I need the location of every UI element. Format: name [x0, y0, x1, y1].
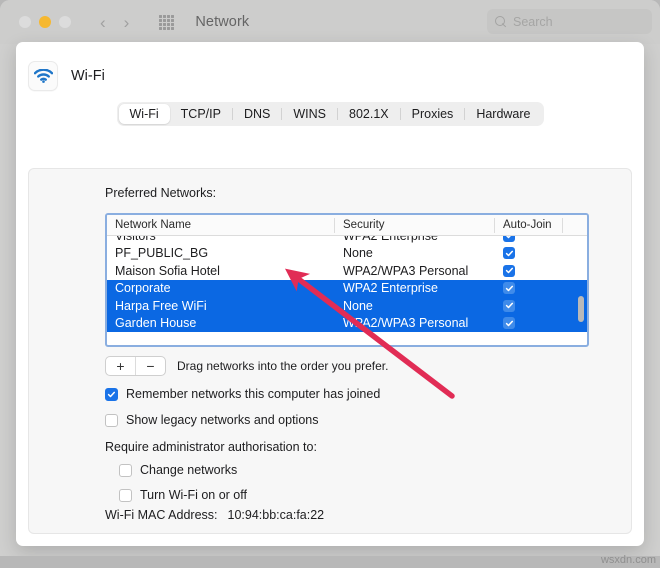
chevron-right-icon[interactable]: › — [124, 14, 130, 31]
table-row[interactable]: Visitors WPA2 Enterprise — [107, 236, 587, 245]
table-scrollbar-thumb[interactable] — [578, 296, 584, 322]
sheet-header: Wi-Fi — [16, 42, 644, 94]
cell-security: WPA2 Enterprise — [335, 236, 495, 243]
navigation-arrows: ‹ › — [100, 14, 129, 31]
change-networks-checkbox[interactable] — [119, 463, 132, 477]
cell-auto-join[interactable] — [495, 299, 563, 312]
close-button[interactable] — [19, 16, 31, 28]
wifi-settings-sheet: Wi-Fi Wi-Fi TCP/IP DNS WINS 802.1X Proxi… — [16, 42, 644, 546]
auto-join-checkbox[interactable] — [503, 236, 515, 242]
tabbar-wrapper: Wi-Fi TCP/IP DNS WINS 802.1X Proxies Har… — [16, 102, 644, 126]
auto-join-checkbox[interactable] — [503, 317, 515, 330]
add-network-button[interactable]: + — [106, 357, 135, 375]
remove-network-button[interactable]: − — [136, 357, 165, 375]
table-body[interactable]: Visitors WPA2 Enterprise PF_PUBLIC_BG No… — [107, 236, 587, 345]
page-title: Network — [195, 14, 250, 30]
cell-auto-join[interactable] — [495, 236, 563, 242]
cell-security: WPA2/WPA3 Personal — [343, 316, 469, 331]
preferred-networks-table[interactable]: Network Name Security Auto-Join Visitors… — [105, 213, 589, 347]
cell-auto-join[interactable] — [495, 282, 563, 295]
add-remove-network-control: + − — [105, 356, 166, 376]
auto-join-checkbox[interactable] — [503, 282, 515, 295]
change-networks-label: Change networks — [140, 463, 238, 477]
admin-authorisation-label: Require administrator authorisation to: — [105, 440, 317, 454]
column-header-auto-join[interactable]: Auto-Join — [495, 215, 563, 236]
chevron-left-icon[interactable]: ‹ — [100, 14, 106, 31]
mac-address-label: Wi-Fi MAC Address: — [105, 508, 218, 522]
column-header-security[interactable]: Security — [335, 215, 495, 236]
remember-networks-label: Remember networks this computer has join… — [126, 387, 381, 401]
wifi-settings-panel: Preferred Networks: Network Name Securit… — [28, 168, 632, 534]
cell-security: None — [343, 246, 373, 261]
table-row-selected[interactable]: Corporate WPA2 Enterprise — [107, 279, 587, 297]
tab-wins[interactable]: WINS — [282, 104, 337, 124]
tab-tcpip[interactable]: TCP/IP — [170, 104, 232, 124]
grid-view-icon[interactable] — [159, 14, 175, 30]
drag-hint-text: Drag networks into the order you prefer. — [177, 359, 389, 373]
tabbar: Wi-Fi TCP/IP DNS WINS 802.1X Proxies Har… — [116, 102, 544, 126]
traffic-lights — [19, 16, 71, 28]
turn-wifi-on-off-label: Turn Wi-Fi on or off — [140, 488, 247, 502]
remember-networks-checkbox[interactable] — [105, 387, 118, 401]
watermark: wsxdn.com — [600, 554, 656, 566]
tab-8021x[interactable]: 802.1X — [338, 104, 400, 124]
show-legacy-networks-row[interactable]: Show legacy networks and options — [105, 413, 318, 427]
window-titlebar: ‹ › Network Search — [0, 0, 660, 44]
table-row[interactable]: Maison Sofia Hotel WPA2/WPA3 Personal — [107, 262, 587, 280]
cell-security: WPA2/WPA3 Personal — [343, 263, 469, 278]
show-legacy-networks-checkbox[interactable] — [105, 413, 118, 427]
tab-proxies[interactable]: Proxies — [401, 104, 465, 124]
column-header-network-name[interactable]: Network Name — [107, 215, 335, 236]
wifi-icon — [28, 61, 58, 91]
network-preferences-window: ‹ › Network Search Wi-Fi Wi-Fi TCP/IP DN… — [0, 0, 660, 556]
cell-network-name: Corporate — [115, 281, 171, 296]
turn-wifi-on-off-checkbox[interactable] — [119, 488, 132, 502]
mac-address-value: 10:94:bb:ca:fa:22 — [227, 508, 325, 522]
auto-join-checkbox[interactable] — [503, 299, 515, 312]
tab-hardware[interactable]: Hardware — [465, 104, 541, 124]
cell-security: None — [343, 298, 373, 313]
preferred-networks-label: Preferred Networks: — [105, 186, 217, 200]
show-legacy-networks-label: Show legacy networks and options — [126, 413, 319, 427]
turn-wifi-on-off-row[interactable]: Turn Wi-Fi on or off — [119, 488, 247, 502]
search-icon — [495, 15, 507, 28]
cell-auto-join[interactable] — [495, 317, 563, 330]
cell-network-name: Maison Sofia Hotel — [115, 263, 220, 278]
column-header-spacer — [563, 215, 587, 236]
cell-network-name: PF_PUBLIC_BG — [115, 246, 209, 261]
cell-network-name: Harpa Free WiFi — [115, 298, 207, 313]
auto-join-checkbox[interactable] — [503, 247, 515, 260]
table-row-selected[interactable]: Harpa Free WiFi None — [107, 297, 587, 315]
zoom-button[interactable] — [59, 16, 71, 28]
auto-join-checkbox[interactable] — [503, 264, 515, 277]
cell-network-name: Garden House — [115, 316, 197, 331]
table-header-row: Network Name Security Auto-Join — [107, 215, 587, 236]
table-row-selected[interactable]: Garden House WPA2/WPA3 Personal — [107, 314, 587, 332]
mac-address-row: Wi-Fi MAC Address: 10:94:bb:ca:fa:22 — [105, 508, 324, 522]
search-input[interactable]: Search — [513, 15, 553, 29]
tab-wifi[interactable]: Wi-Fi — [118, 104, 170, 124]
cell-auto-join[interactable] — [495, 247, 563, 260]
cell-security: WPA2 Enterprise — [343, 281, 438, 296]
minimize-button[interactable] — [39, 16, 51, 28]
search-field[interactable]: Search — [487, 9, 652, 34]
cell-auto-join[interactable] — [495, 264, 563, 277]
sheet-title: Wi-Fi — [71, 68, 105, 84]
change-networks-row[interactable]: Change networks — [119, 463, 237, 477]
tab-dns[interactable]: DNS — [233, 104, 281, 124]
remember-networks-row[interactable]: Remember networks this computer has join… — [105, 387, 380, 401]
table-row[interactable]: PF_PUBLIC_BG None — [107, 245, 587, 263]
cell-network-name: Visitors — [107, 236, 335, 243]
